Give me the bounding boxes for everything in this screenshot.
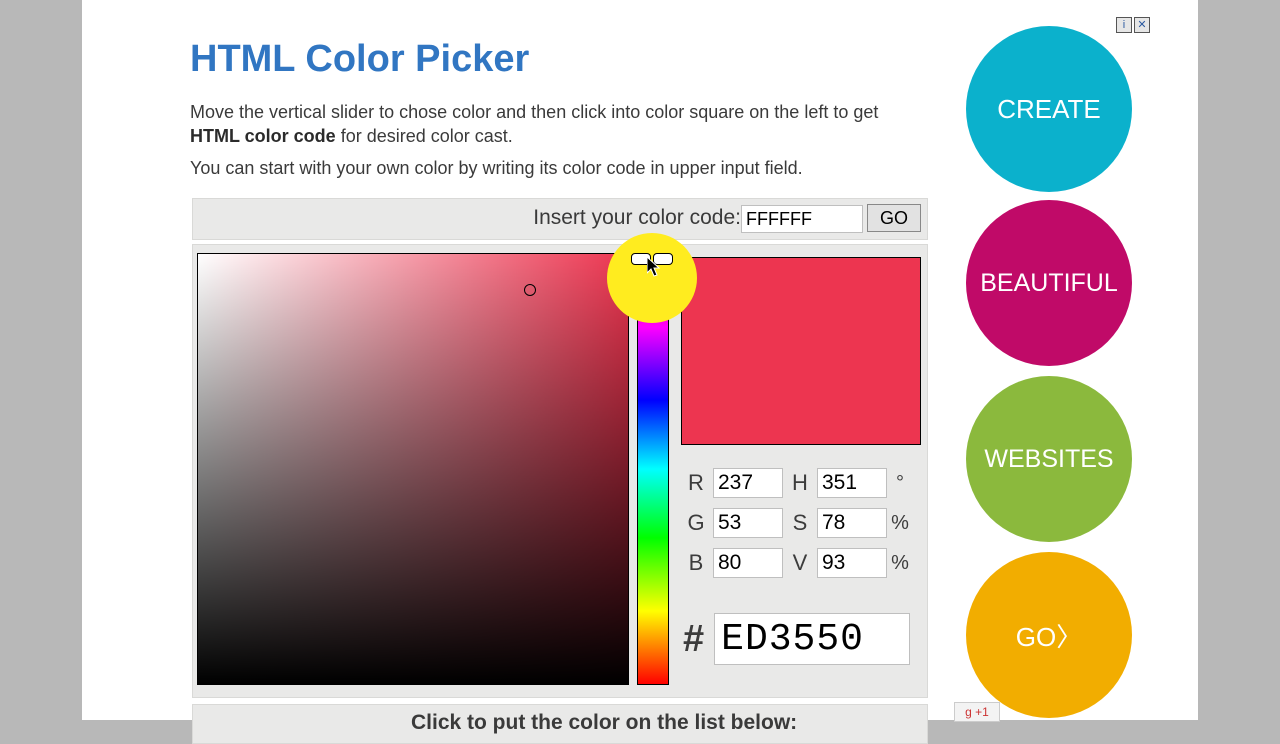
h-label: H	[787, 470, 813, 496]
r-label: R	[683, 470, 709, 496]
cursor-arrow-icon	[647, 257, 663, 279]
color-picker-panel: R H ° G S % B V % #	[192, 244, 928, 698]
s-label: S	[787, 510, 813, 536]
color-code-input[interactable]	[741, 205, 863, 233]
s-input[interactable]	[817, 508, 887, 538]
sv-cursor-icon[interactable]	[524, 284, 536, 296]
page: HTML Color Picker Move the vertical slid…	[82, 0, 1198, 720]
page-title: HTML Color Picker	[190, 38, 529, 81]
google-plus-button[interactable]: g +1	[954, 702, 1000, 722]
g-label: G	[683, 510, 709, 536]
v-label: V	[787, 550, 813, 576]
color-code-toolbar: Insert your color code: GO	[192, 198, 928, 240]
ad-bubble-websites[interactable]: WEBSITES	[966, 376, 1132, 542]
value-grid: R H ° G S % B V %	[683, 463, 923, 583]
ad-controls: i ✕	[1114, 17, 1150, 33]
intro-c: for desired color cast.	[336, 126, 513, 146]
ad-bubble-beautiful[interactable]: BEAUTIFUL	[966, 200, 1132, 366]
b-label: B	[683, 550, 709, 576]
hex-row: #	[683, 613, 910, 665]
footer-bar: Click to put the color on the list below…	[192, 704, 928, 744]
ad-bubble-create[interactable]: CREATE	[966, 26, 1132, 192]
saturation-value-square[interactable]	[197, 253, 629, 685]
color-preview	[681, 257, 921, 445]
h-unit: °	[891, 472, 909, 495]
r-input[interactable]	[713, 468, 783, 498]
v-unit: %	[891, 552, 909, 575]
h-input[interactable]	[817, 468, 887, 498]
v-input[interactable]	[817, 548, 887, 578]
ad-bubble-go[interactable]: GO〉	[966, 552, 1132, 718]
hex-input[interactable]	[714, 613, 910, 665]
b-input[interactable]	[713, 548, 783, 578]
g-input[interactable]	[713, 508, 783, 538]
intro-2: You can start with your own color by wri…	[190, 158, 910, 179]
ad-close-icon[interactable]: ✕	[1134, 17, 1150, 33]
intro-text: Move the vertical slider to chose color …	[190, 100, 910, 149]
color-code-label: Insert your color code:	[533, 206, 741, 230]
hash-icon: #	[683, 618, 704, 661]
go-button[interactable]: GO	[867, 204, 921, 232]
s-unit: %	[891, 512, 909, 535]
intro-b: HTML color code	[190, 126, 336, 146]
ad-info-icon[interactable]: i	[1116, 17, 1132, 33]
footer-text: Click to put the color on the list below…	[411, 711, 797, 735]
intro-a: Move the vertical slider to chose color …	[190, 102, 878, 122]
